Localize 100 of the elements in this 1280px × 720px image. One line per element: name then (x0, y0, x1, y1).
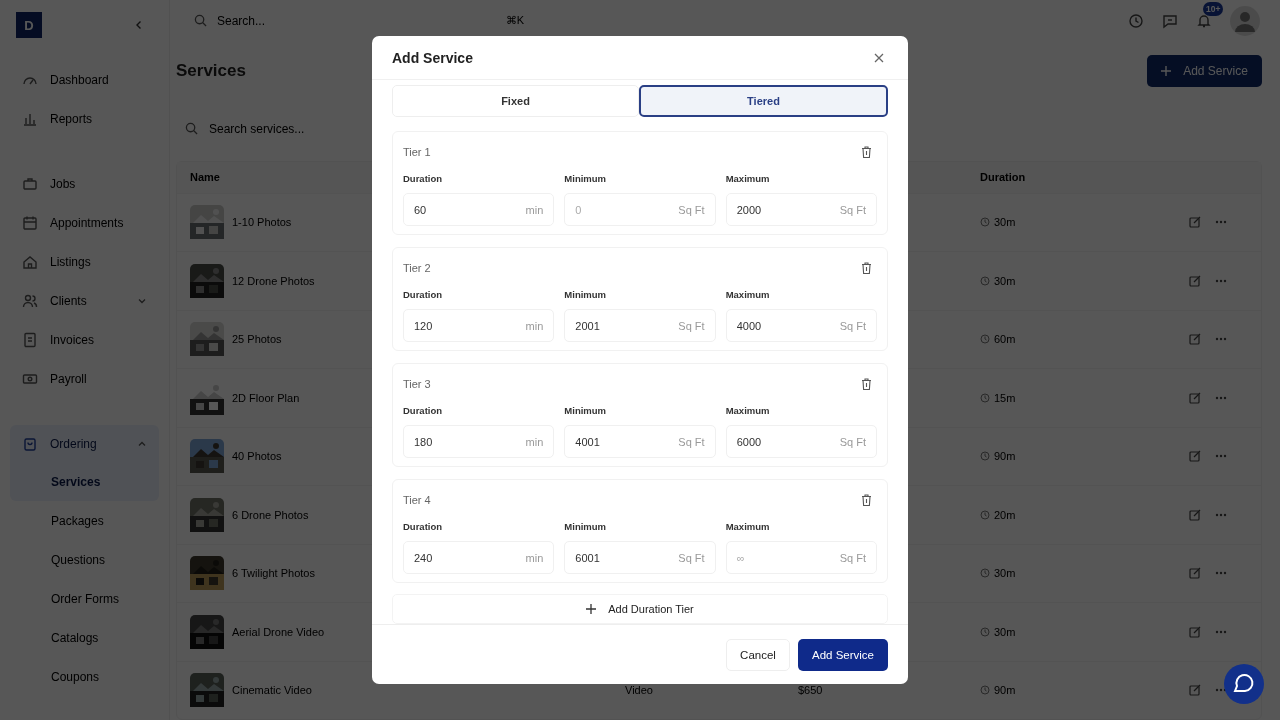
message-icon[interactable] (1162, 12, 1178, 29)
unit-label: Sq Ft (678, 435, 705, 448)
toggle-tab[interactable]: Fixed (392, 85, 639, 117)
field-label: Minimum (564, 520, 608, 533)
trash-icon[interactable] (861, 378, 872, 390)
chat-button[interactable] (1224, 664, 1264, 704)
add-tier-button[interactable]: Add Duration Tier (392, 594, 888, 624)
unit-label: Sq Ft (839, 319, 866, 332)
input-field[interactable]: 6001 Sq Ft (564, 541, 716, 574)
input-field[interactable]: 6000 Sq Ft (725, 425, 877, 458)
edit-icon[interactable] (1189, 684, 1201, 697)
item-label: Listings (50, 255, 92, 269)
input-field[interactable]: ∞ Sq Ft (725, 541, 877, 574)
clock-icon (980, 275, 990, 286)
field-label: Duration (403, 288, 444, 301)
edit-icon[interactable] (1189, 625, 1201, 638)
trash-icon[interactable] (861, 494, 872, 506)
bell-icon[interactable] (1196, 12, 1212, 29)
sidebar-item[interactable]: Reports (10, 100, 159, 138)
bar-chart-icon (22, 111, 38, 127)
input-field[interactable]: 60 min (403, 193, 555, 226)
field-label: Maximum (725, 404, 771, 417)
more-icon[interactable] (1215, 395, 1227, 400)
input-field[interactable]: 180 min (403, 425, 555, 458)
input-field[interactable]: 4001 Sq Ft (564, 425, 716, 458)
tier-title: Tier 2 (403, 262, 431, 274)
field-label: Maximum (725, 520, 771, 533)
more-icon[interactable] (1215, 571, 1227, 576)
service-name: 12 Drone Photos (232, 274, 315, 287)
input-field[interactable]: 0 Sq Ft (564, 193, 716, 226)
search-field[interactable]: Search... ⌘K (184, 5, 534, 36)
service-name: 2D Floor Plan (232, 391, 300, 404)
input-field[interactable]: 4000 Sq Ft (725, 309, 877, 342)
item-label: Jobs (50, 177, 77, 191)
trash-icon[interactable] (861, 262, 872, 274)
input-field[interactable]: 2000 Sq Ft (725, 193, 877, 226)
more-icon[interactable] (1215, 337, 1227, 342)
document-icon (22, 332, 38, 348)
sidebar-item[interactable]: Appointments (10, 204, 159, 242)
duration-text: 20m (994, 508, 1016, 521)
unit-label: min (525, 203, 544, 216)
trash-icon[interactable] (861, 146, 872, 158)
sidebar-subitem[interactable]: Coupons (10, 658, 159, 696)
sidebar-item[interactable]: Listings (10, 243, 159, 281)
sidebar-subitem[interactable]: Questions (10, 541, 159, 579)
more-icon[interactable] (1215, 512, 1227, 517)
more-icon[interactable] (1215, 629, 1227, 634)
edit-icon[interactable] (1189, 274, 1201, 287)
plus-icon (586, 604, 597, 614)
avatar[interactable] (1230, 5, 1260, 36)
edit-icon[interactable] (1189, 391, 1201, 404)
sidebar-subitem[interactable]: Order Forms (10, 580, 159, 618)
edit-icon[interactable] (1189, 567, 1201, 580)
clock-icon (980, 685, 990, 696)
sidebar-item[interactable]: Jobs (10, 165, 159, 203)
sidebar-subitem[interactable]: Packages (10, 502, 159, 540)
duration-text: 30m (994, 567, 1016, 580)
unit-label: Sq Ft (678, 551, 705, 564)
tier-title: Tier 4 (403, 494, 431, 506)
more-icon[interactable] (1215, 454, 1227, 459)
service-name: 6 Drone Photos (232, 508, 309, 521)
bag-icon (22, 436, 38, 452)
clock-icon (980, 451, 990, 462)
shortcut-hint: ⌘K (505, 14, 524, 28)
logo: D (16, 12, 42, 38)
more-icon[interactable] (1215, 220, 1227, 225)
unit-label: Sq Ft (678, 319, 705, 332)
sidebar-item[interactable]: Clients (10, 282, 159, 320)
edit-icon[interactable] (1189, 216, 1201, 229)
toggle-tab[interactable]: Tiered (639, 85, 888, 117)
field-label: Maximum (725, 288, 771, 301)
service-name: 1-10 Photos (232, 216, 292, 229)
edit-icon[interactable] (1189, 333, 1201, 346)
duration-text: 90m (994, 450, 1016, 463)
search-icon (194, 14, 207, 28)
edit-icon[interactable] (1189, 450, 1201, 463)
add-service-button[interactable]: Add Service (1147, 54, 1262, 87)
clock-icon[interactable] (1128, 12, 1144, 29)
sidebar-subitem[interactable]: Catalogs (10, 619, 159, 657)
cancel-button[interactable]: Cancel (726, 638, 790, 671)
sidebar-item[interactable]: Payroll (10, 360, 159, 398)
sidebar-subitem[interactable]: Services (10, 463, 159, 501)
input-field[interactable]: 240 min (403, 541, 555, 574)
input-field[interactable]: 2001 Sq Ft (564, 309, 716, 342)
sidebar-item[interactable]: Dashboard (10, 61, 159, 99)
clock-icon (980, 509, 990, 520)
chevron-left-icon[interactable] (134, 20, 144, 30)
more-icon[interactable] (1215, 278, 1227, 283)
input-field[interactable]: 120 min (403, 309, 555, 342)
unit-label: min (525, 319, 544, 332)
item-label: Ordering (50, 437, 98, 451)
close-icon[interactable] (874, 52, 884, 63)
house-icon (22, 254, 38, 270)
sidebar-item[interactable]: Invoices (10, 321, 159, 359)
duration-text: 30m (994, 216, 1016, 229)
sidebar-item[interactable]: Ordering (10, 425, 159, 463)
edit-icon[interactable] (1189, 508, 1201, 521)
submit-button[interactable]: Add Service (798, 638, 888, 671)
tier-title: Tier 1 (403, 146, 431, 158)
column-header[interactable]: Duration (980, 171, 1189, 183)
